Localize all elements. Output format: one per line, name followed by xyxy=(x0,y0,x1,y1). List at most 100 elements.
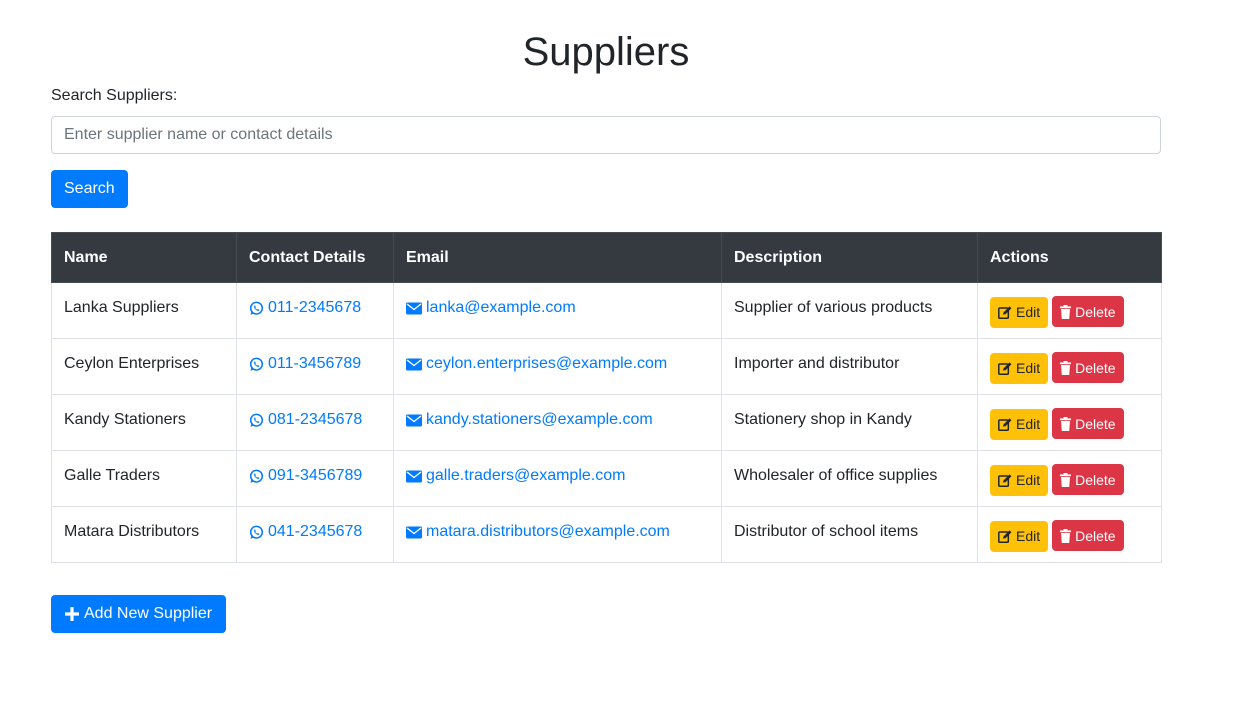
edit-icon xyxy=(998,305,1012,319)
table-row: Kandy Stationers 081-2345678 kandy.stati… xyxy=(51,394,1162,451)
envelope-icon xyxy=(406,358,422,371)
search-input[interactable] xyxy=(51,116,1161,154)
email-link[interactable]: galle.traders@example.com xyxy=(406,463,625,489)
envelope-icon xyxy=(406,526,422,539)
email-text: galle.traders@example.com xyxy=(426,467,626,484)
contact-link[interactable]: 091-3456789 xyxy=(249,463,362,489)
supplier-name: Galle Traders xyxy=(51,450,237,507)
email-link[interactable]: lanka@example.com xyxy=(406,295,576,321)
trash-icon xyxy=(1060,304,1072,319)
edit-label: Edit xyxy=(1016,528,1041,544)
supplier-description: Stationery shop in Kandy xyxy=(721,394,978,451)
email-cell: kandy.stationers@example.com xyxy=(393,394,722,451)
whatsapp-icon xyxy=(249,525,264,540)
email-link[interactable]: matara.distributors@example.com xyxy=(406,519,670,545)
search-label: Search Suppliers: xyxy=(51,87,178,104)
add-new-supplier-button[interactable]: Add New Supplier xyxy=(51,595,227,633)
contact-text: 041-2345678 xyxy=(268,523,363,540)
contact-link[interactable]: 011-3456789 xyxy=(249,351,361,377)
contact-cell: 011-3456789 xyxy=(236,338,394,395)
column-header-description: Description xyxy=(721,232,978,283)
edit-icon xyxy=(998,417,1012,431)
edit-button[interactable]: Edit xyxy=(990,296,1049,328)
contact-text: 011-3456789 xyxy=(268,355,362,372)
suppliers-table: Name Contact Details Email Description A… xyxy=(51,232,1162,563)
table-body: Lanka Suppliers 011-2345678 lanka@exampl… xyxy=(51,282,1162,563)
supplier-description: Distributor of school items xyxy=(721,506,978,563)
supplier-description: Importer and distributor xyxy=(721,338,978,395)
email-text: matara.distributors@example.com xyxy=(426,523,670,540)
actions-cell: Edit Delete xyxy=(977,282,1162,339)
trash-icon xyxy=(1060,472,1072,487)
contact-link[interactable]: 081-2345678 xyxy=(249,407,362,433)
delete-label: Delete xyxy=(1075,359,1116,376)
email-text: kandy.stationers@example.com xyxy=(426,411,653,428)
delete-button[interactable]: Delete xyxy=(1052,464,1124,495)
delete-button[interactable]: Delete xyxy=(1052,520,1124,551)
table-header: Name Contact Details Email Description A… xyxy=(51,232,1162,283)
email-link[interactable]: kandy.stationers@example.com xyxy=(406,407,653,433)
actions-cell: Edit Delete xyxy=(977,450,1162,507)
edit-button[interactable]: Edit xyxy=(990,464,1049,496)
edit-icon xyxy=(998,529,1012,543)
edit-icon xyxy=(998,361,1012,375)
table-row: Matara Distributors 041-2345678 matara.d… xyxy=(51,506,1162,563)
contact-link[interactable]: 041-2345678 xyxy=(249,519,362,545)
email-text: lanka@example.com xyxy=(426,299,576,316)
whatsapp-icon xyxy=(249,301,264,316)
edit-button[interactable]: Edit xyxy=(990,408,1049,440)
edit-button[interactable]: Edit xyxy=(990,520,1049,552)
page-title: Suppliers xyxy=(522,30,690,74)
trash-icon xyxy=(1060,360,1072,375)
table-row: Ceylon Enterprises 011-3456789 ceylon.en… xyxy=(51,338,1162,395)
contact-text: 081-2345678 xyxy=(268,411,363,428)
page-container: Suppliers Search Suppliers: Search Name … xyxy=(51,0,1162,633)
email-cell: lanka@example.com xyxy=(393,282,722,339)
delete-label: Delete xyxy=(1075,527,1116,544)
contact-link[interactable]: 011-2345678 xyxy=(249,295,361,321)
delete-label: Delete xyxy=(1075,471,1116,488)
contact-cell: 091-3456789 xyxy=(236,450,394,507)
contact-text: 091-3456789 xyxy=(268,467,363,484)
email-cell: matara.distributors@example.com xyxy=(393,506,722,563)
supplier-description: Supplier of various products xyxy=(721,282,978,339)
actions-cell: Edit Delete xyxy=(977,338,1162,395)
envelope-icon xyxy=(406,302,422,315)
envelope-icon xyxy=(406,470,422,483)
column-header-contact: Contact Details xyxy=(236,232,394,283)
delete-label: Delete xyxy=(1075,303,1116,320)
delete-button[interactable]: Delete xyxy=(1052,408,1124,439)
column-header-name: Name xyxy=(51,232,237,283)
contact-text: 011-2345678 xyxy=(268,299,362,316)
whatsapp-icon xyxy=(249,413,264,428)
delete-button[interactable]: Delete xyxy=(1052,352,1124,383)
envelope-icon xyxy=(406,414,422,427)
edit-button[interactable]: Edit xyxy=(990,352,1049,384)
email-link[interactable]: ceylon.enterprises@example.com xyxy=(406,351,667,377)
email-text: ceylon.enterprises@example.com xyxy=(426,355,668,372)
trash-icon xyxy=(1060,416,1072,431)
edit-icon xyxy=(998,473,1012,487)
edit-label: Edit xyxy=(1016,360,1041,376)
search-button[interactable]: Search xyxy=(51,170,128,208)
email-cell: galle.traders@example.com xyxy=(393,450,722,507)
email-cell: ceylon.enterprises@example.com xyxy=(393,338,722,395)
whatsapp-icon xyxy=(249,357,264,372)
edit-label: Edit xyxy=(1016,472,1041,488)
contact-cell: 011-2345678 xyxy=(236,282,394,339)
actions-cell: Edit Delete xyxy=(977,394,1162,451)
delete-button[interactable]: Delete xyxy=(1052,296,1124,327)
column-header-email: Email xyxy=(393,232,722,283)
actions-cell: Edit Delete xyxy=(977,506,1162,563)
contact-cell: 041-2345678 xyxy=(236,506,394,563)
supplier-name: Kandy Stationers xyxy=(51,394,237,451)
whatsapp-icon xyxy=(249,469,264,484)
edit-label: Edit xyxy=(1016,304,1041,320)
supplier-name: Lanka Suppliers xyxy=(51,282,237,339)
supplier-name: Matara Distributors xyxy=(51,506,237,563)
table-row: Lanka Suppliers 011-2345678 lanka@exampl… xyxy=(51,282,1162,339)
supplier-name: Ceylon Enterprises xyxy=(51,338,237,395)
column-header-actions: Actions xyxy=(977,232,1162,283)
delete-label: Delete xyxy=(1075,415,1116,432)
contact-cell: 081-2345678 xyxy=(236,394,394,451)
